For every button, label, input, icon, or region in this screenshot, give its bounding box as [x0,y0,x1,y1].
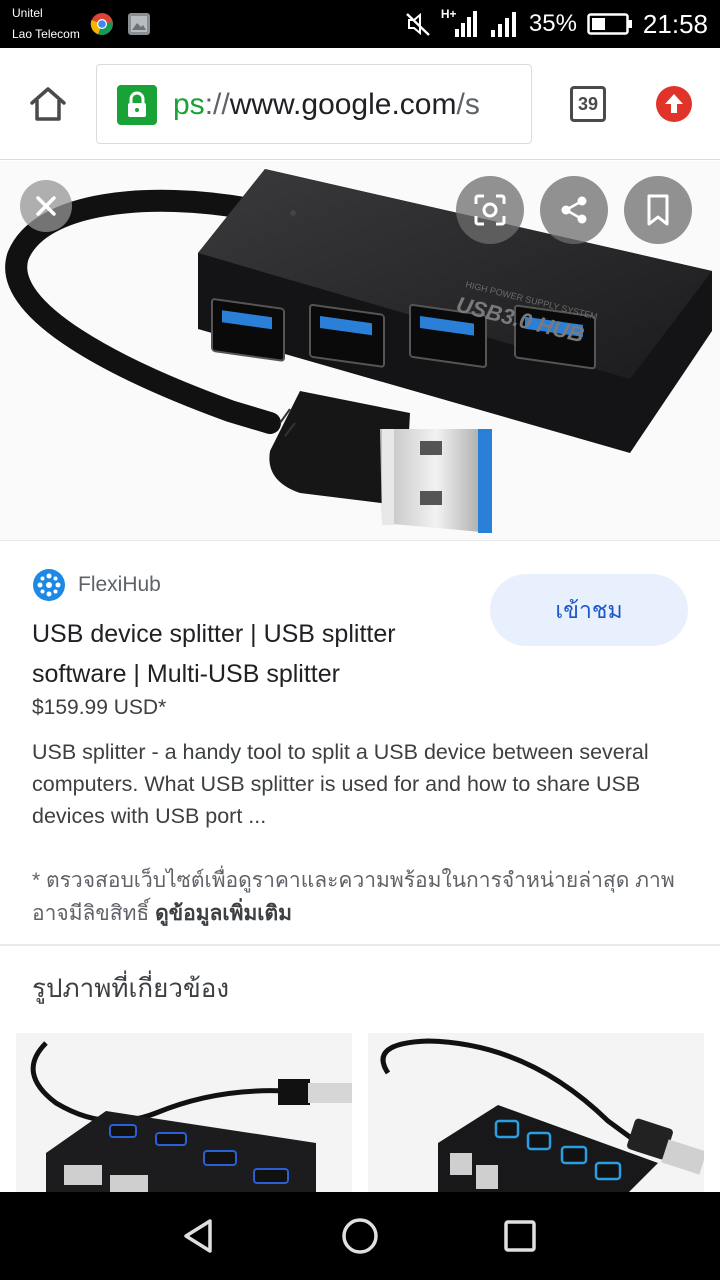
battery-icon [587,13,632,35]
gallery-icon [128,13,150,35]
clock: 21:58 [642,8,708,39]
share-icon[interactable] [540,176,608,244]
flexihub-logo-icon [33,569,65,601]
usb-hub-image: USB3.0 HUB HIGH POWER SUPPLY SYSTEM [5,169,712,533]
url-separator: :// [204,88,230,121]
disclaimer-text: * ตรวจสอบเว็บไซต์เพื่อดูราคาและความพร้อม… [32,869,675,925]
section-divider [0,944,720,946]
recents-icon[interactable] [498,1214,542,1258]
tab-switcher-button[interactable]: 39 [570,86,606,122]
price: $159.99 USD* [32,696,167,719]
mute-icon [406,12,430,36]
url-path: /s [456,88,480,121]
home-icon[interactable] [26,82,70,126]
visit-button[interactable]: เข้าชม [490,574,688,646]
chrome-icon [90,13,113,35]
more-info-link[interactable]: ดูข้อมูลเพิ่มเติม [155,902,292,925]
address-bar[interactable]: ps://www.google.com/s [96,64,532,144]
carrier-name-primary: Unitel [12,6,43,20]
update-icon[interactable] [656,86,692,122]
url-scheme: ps [173,88,205,121]
source-row[interactable]: FlexiHub [32,568,161,602]
source-name: FlexiHub [78,573,161,596]
close-icon[interactable] [20,180,72,232]
back-icon[interactable] [178,1214,222,1258]
result-details: FlexiHub เข้าชม USB device splitter | US… [0,542,720,944]
url-host: www.google.com [229,88,457,121]
result-title[interactable]: USB device splitter | USB splitter softw… [32,614,462,694]
related-images-heading: รูปภาพที่เกี่ยวข้อง [32,973,230,1003]
related-image-2[interactable] [368,1033,704,1193]
browser-toolbar: ps://www.google.com/s 39 [0,48,720,160]
url-text: ps://www.google.com/s [173,85,480,125]
home-nav-icon[interactable] [338,1214,382,1258]
result-snippet: USB splitter - a handy tool to split a U… [32,740,649,828]
price-disclaimer: * ตรวจสอบเว็บไซต์เพื่อดูราคาและความพร้อม… [32,864,692,930]
signal-strength-icon [490,12,516,37]
status-bar: Unitel Lao Telecom H+ 35% 21:58 [0,0,720,48]
product-image[interactable]: USB3.0 HUB HIGH POWER SUPPLY SYSTEM [0,161,720,541]
secure-lock-icon [117,85,157,125]
mobile-signal-icon: H+ [441,7,479,39]
related-image-1[interactable] [16,1033,352,1193]
lens-icon[interactable] [456,176,524,244]
bookmark-icon[interactable] [624,176,692,244]
navigation-bar [0,1192,720,1280]
carrier-name-secondary: Lao Telecom [12,27,80,41]
battery-percent: 35% [528,10,577,37]
